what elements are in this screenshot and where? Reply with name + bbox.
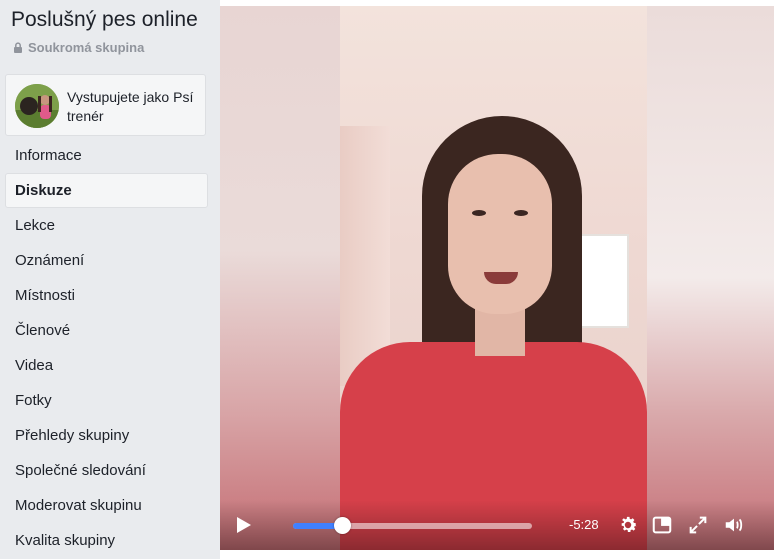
nav-item-lekce[interactable]: Lekce bbox=[5, 208, 208, 243]
lock-icon bbox=[14, 42, 22, 53]
acting-as-label: Vystupujete jako Psí trenér bbox=[67, 89, 194, 124]
nav-item-spolecne-sledovani[interactable]: Společné sledování bbox=[5, 453, 208, 488]
group-title[interactable]: Poslušný pes online bbox=[11, 8, 198, 32]
nav-item-diskuze[interactable]: Diskuze bbox=[5, 173, 208, 208]
nav-item-moderovat[interactable]: Moderovat skupinu bbox=[5, 488, 208, 523]
video-person-mouth bbox=[484, 272, 518, 284]
nav-item-videa[interactable]: Videa bbox=[5, 348, 208, 383]
settings-gear-icon[interactable] bbox=[617, 514, 639, 536]
video-frame bbox=[340, 6, 647, 550]
picture-in-picture-icon[interactable] bbox=[651, 514, 673, 536]
nav-item-prehledy[interactable]: Přehledy skupiny bbox=[5, 418, 208, 453]
avatar bbox=[15, 84, 59, 128]
video-person-eye bbox=[472, 210, 486, 216]
video-blur-right bbox=[647, 6, 774, 550]
nav-item-oznameni[interactable]: Oznámení bbox=[5, 243, 208, 278]
nav-item-kvalita[interactable]: Kvalita skupiny bbox=[5, 523, 208, 558]
group-nav: Informace Diskuze Lekce Oznámení Místnos… bbox=[5, 138, 208, 558]
seek-bar[interactable] bbox=[293, 517, 532, 534]
play-icon[interactable] bbox=[237, 517, 251, 533]
time-remaining: -5:28 bbox=[569, 517, 599, 532]
feed-bottom-edge bbox=[220, 550, 774, 559]
nav-item-informace[interactable]: Informace bbox=[5, 138, 208, 173]
privacy-label: Soukromá skupina bbox=[28, 40, 145, 55]
avatar-image bbox=[15, 84, 59, 128]
nav-item-clenove[interactable]: Členové bbox=[5, 313, 208, 348]
nav-item-mistnosti[interactable]: Místnosti bbox=[5, 278, 208, 313]
video-player[interactable]: -5:28 bbox=[220, 0, 774, 559]
acting-as-switcher[interactable]: Vystupujete jako Psí trenér bbox=[5, 74, 206, 136]
video-blur-left bbox=[220, 6, 340, 550]
volume-icon[interactable] bbox=[723, 514, 745, 536]
fullscreen-icon[interactable] bbox=[687, 514, 709, 536]
group-privacy: Soukromá skupina bbox=[13, 40, 144, 55]
video-person-face bbox=[448, 154, 552, 314]
group-sidebar: Poslušný pes online Soukromá skupina Vys… bbox=[0, 0, 214, 559]
video-scene-window bbox=[579, 234, 629, 328]
nav-item-fotky[interactable]: Fotky bbox=[5, 383, 208, 418]
video-person-eye bbox=[514, 210, 528, 216]
